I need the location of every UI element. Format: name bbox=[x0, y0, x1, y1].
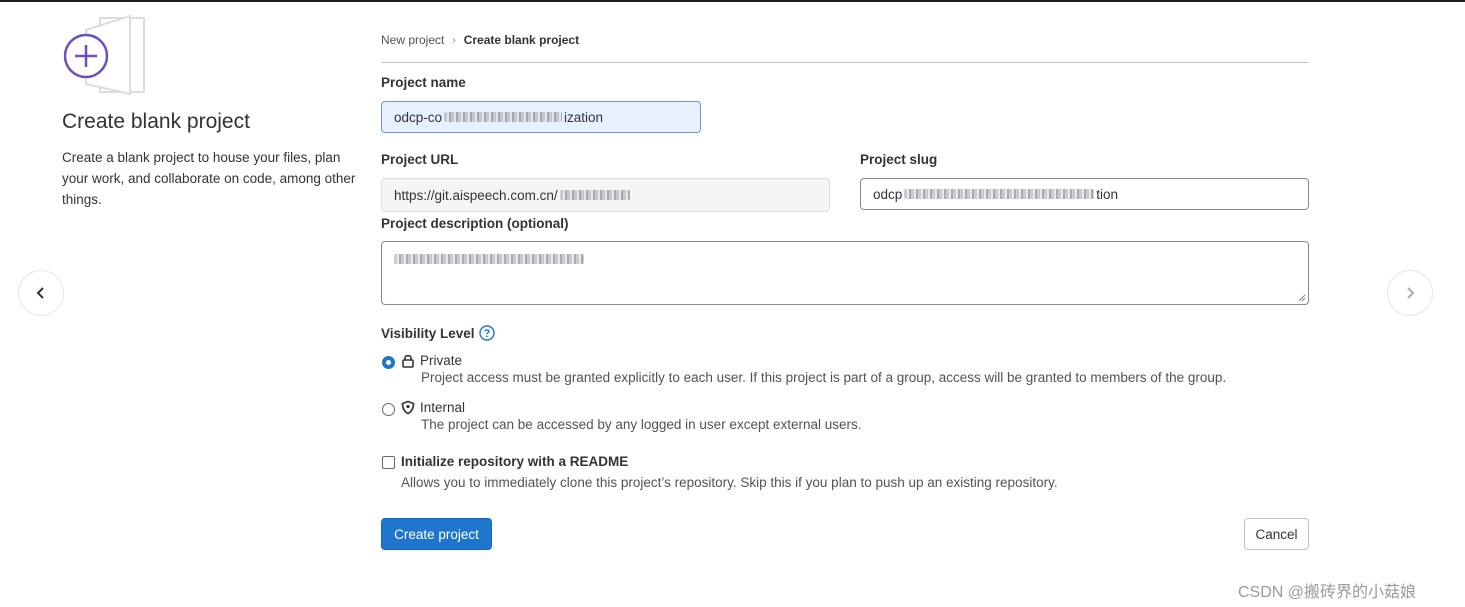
shield-icon bbox=[401, 400, 415, 415]
readme-checkbox[interactable] bbox=[382, 456, 395, 469]
chevron-right-icon bbox=[1407, 287, 1415, 299]
chevron-right-icon: › bbox=[452, 34, 456, 46]
top-border bbox=[0, 0, 1465, 2]
plus-circle-icon bbox=[63, 14, 145, 96]
next-button[interactable] bbox=[1387, 270, 1433, 316]
visibility-internal-option[interactable]: Internal bbox=[401, 400, 465, 415]
question-circle-icon[interactable] bbox=[478, 325, 495, 341]
lock-icon bbox=[402, 354, 414, 368]
left-panel-title: Create blank project bbox=[62, 110, 250, 133]
redacted-text bbox=[904, 189, 1095, 199]
watermark: CSDN @搬砖界的小菇娘 bbox=[1238, 584, 1417, 601]
visibility-private-radio[interactable] bbox=[382, 356, 395, 369]
redacted-text bbox=[559, 190, 630, 200]
project-slug-label: Project slug bbox=[860, 152, 938, 167]
chevron-left-icon bbox=[36, 287, 44, 299]
project-slug-input[interactable]: odcp tion bbox=[860, 178, 1309, 210]
visibility-private-help: Project access must be granted explicitl… bbox=[421, 370, 1227, 385]
readme-label[interactable]: Initialize repository with a README bbox=[401, 454, 628, 469]
project-name-label: Project name bbox=[381, 75, 466, 90]
project-url-label: Project URL bbox=[381, 152, 459, 167]
redacted-text bbox=[394, 254, 584, 264]
project-name-input[interactable]: odcp-co ization bbox=[381, 101, 701, 133]
visibility-private-option[interactable]: Private bbox=[401, 353, 462, 368]
redacted-text bbox=[444, 112, 563, 122]
visibility-level-label: Visibility Level bbox=[381, 325, 495, 341]
cancel-button[interactable]: Cancel bbox=[1244, 518, 1309, 550]
divider bbox=[381, 62, 1309, 63]
project-url-field[interactable]: https://git.aispeech.com.cn/ bbox=[381, 178, 830, 212]
readme-help: Allows you to immediately clone this pro… bbox=[401, 475, 1058, 490]
project-description-label: Project description (optional) bbox=[381, 216, 569, 231]
breadcrumb-current: Create blank project bbox=[463, 33, 580, 47]
visibility-internal-radio[interactable] bbox=[382, 403, 395, 416]
create-project-button[interactable]: Create project bbox=[381, 518, 492, 550]
breadcrumb-new-project[interactable]: New project bbox=[381, 33, 444, 47]
visibility-internal-help: The project can be accessed by any logge… bbox=[421, 417, 862, 432]
left-panel-description: Create a blank project to house your fil… bbox=[62, 150, 356, 207]
breadcrumb: New project › Create blank project bbox=[381, 33, 579, 47]
project-description-textarea[interactable] bbox=[381, 241, 1309, 305]
resize-handle-icon[interactable] bbox=[1298, 294, 1306, 302]
previous-button[interactable] bbox=[18, 270, 64, 316]
